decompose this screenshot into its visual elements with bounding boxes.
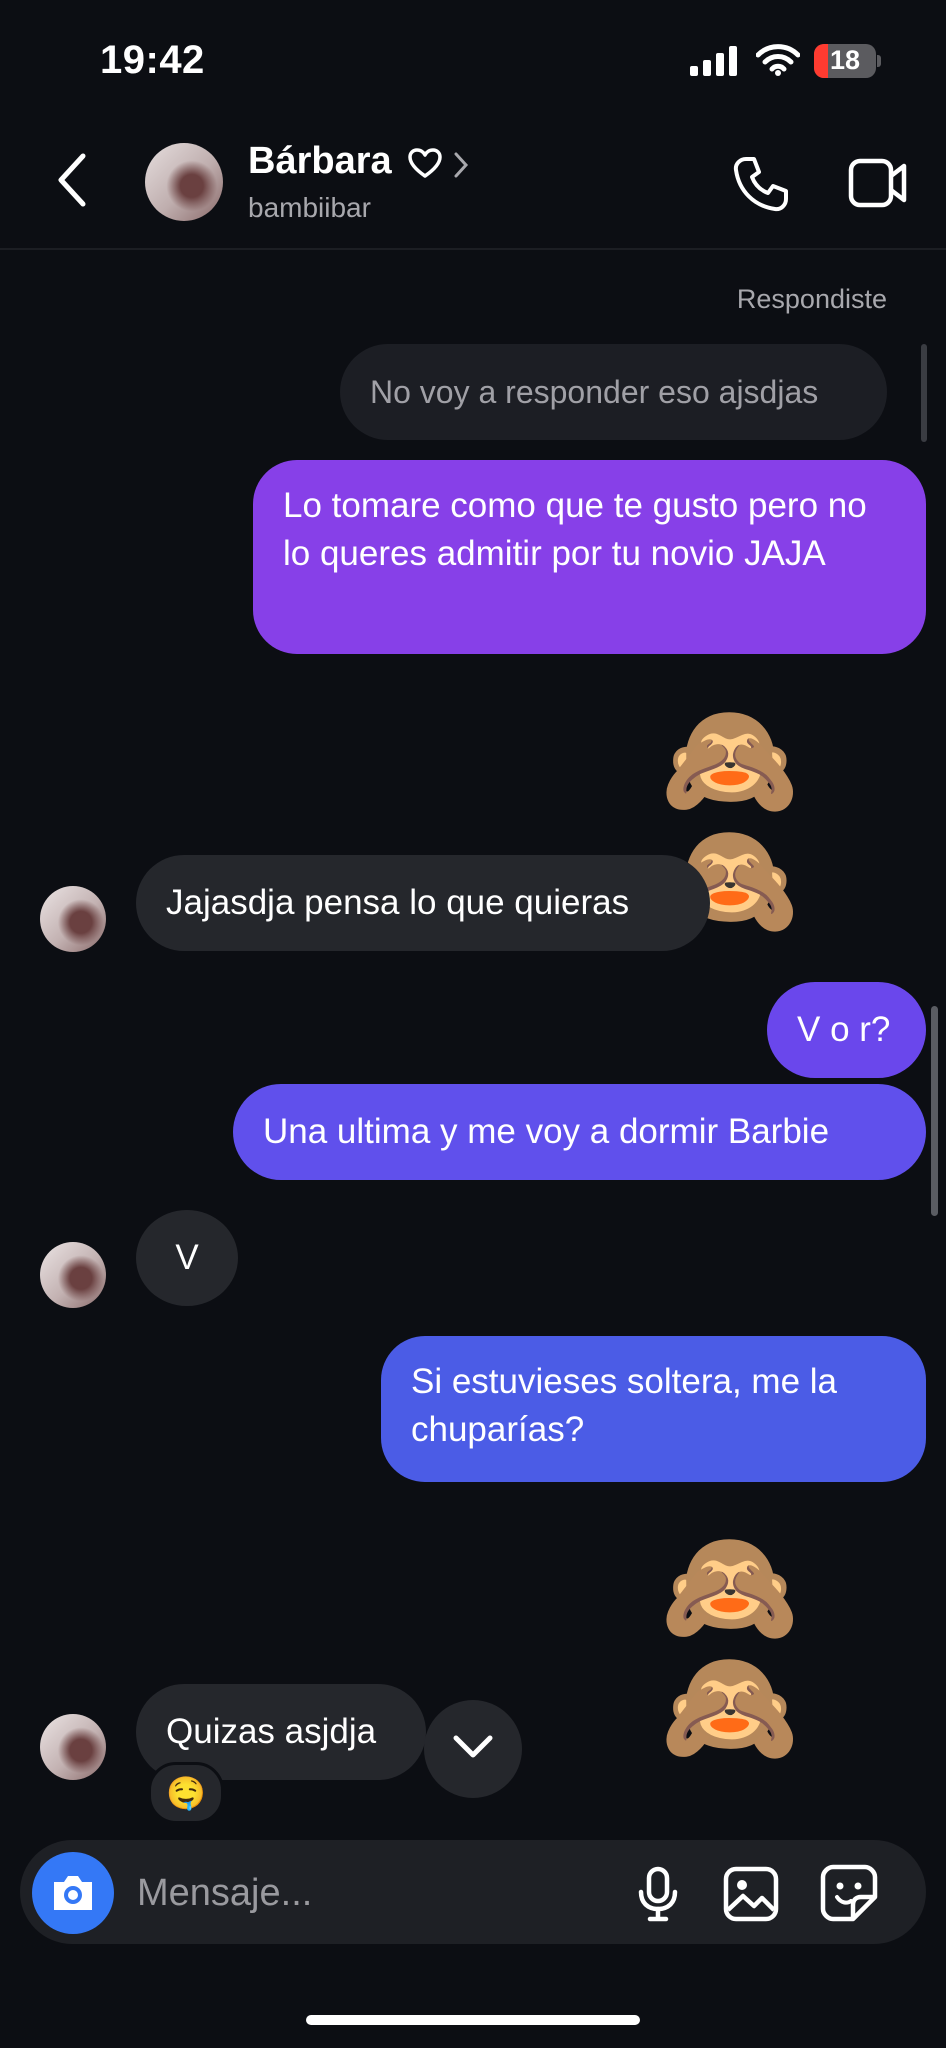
chevron-down-icon xyxy=(453,1735,493,1758)
contact-avatar[interactable] xyxy=(145,143,223,221)
avatar[interactable] xyxy=(40,1242,106,1308)
message-input[interactable] xyxy=(135,1864,579,1922)
microphone-icon[interactable] xyxy=(636,1866,680,1927)
scrollbar[interactable] xyxy=(931,1006,938,1216)
battery-tip xyxy=(877,55,881,67)
avatar[interactable] xyxy=(40,886,106,952)
back-arrow-icon[interactable] xyxy=(55,152,89,213)
video-camera-icon[interactable] xyxy=(848,158,908,213)
scroll-to-bottom-button[interactable] xyxy=(424,1700,522,1798)
battery-icon: 18 xyxy=(814,44,876,78)
message-reaction[interactable]: 🤤 xyxy=(148,1762,224,1824)
avatar[interactable] xyxy=(40,1714,106,1780)
battery-level: 18 xyxy=(829,45,861,75)
gallery-icon[interactable] xyxy=(723,1866,779,1927)
sent-message[interactable]: Una ultima y me voy a dormir Barbie xyxy=(233,1084,926,1180)
replied-label: Respondiste xyxy=(736,284,887,314)
contact-username: bambiibar xyxy=(248,192,371,223)
camera-button[interactable] xyxy=(32,1852,114,1934)
sticker-icon[interactable] xyxy=(820,1864,878,1927)
sent-message[interactable]: Lo tomare como que te gusto pero no lo q… xyxy=(253,460,926,654)
home-indicator xyxy=(306,2015,640,2025)
header-divider xyxy=(0,248,946,250)
sent-message[interactable]: V o r? xyxy=(767,982,926,1078)
sent-message[interactable]: Si estuvieses soltera, me la chuparías? xyxy=(381,1336,926,1482)
contact-name[interactable]: Bárbara xyxy=(248,140,392,183)
camera-icon xyxy=(54,1876,92,1910)
received-message[interactable]: V xyxy=(136,1210,238,1306)
received-message[interactable]: Jajasdja pensa lo que quieras xyxy=(136,855,710,951)
heart-icon xyxy=(408,148,442,183)
cellular-signal-icon xyxy=(690,46,740,81)
phone-icon[interactable] xyxy=(732,155,790,218)
scroll-indicator xyxy=(921,344,927,442)
emoji-message[interactable]: 🙈 🙈 xyxy=(660,1527,946,1767)
chevron-right-icon[interactable] xyxy=(452,150,470,185)
wifi-icon xyxy=(755,44,801,81)
status-time: 19:42 xyxy=(100,38,205,82)
reply-quote-bubble[interactable]: No voy a responder eso ajsdjas xyxy=(340,344,887,440)
